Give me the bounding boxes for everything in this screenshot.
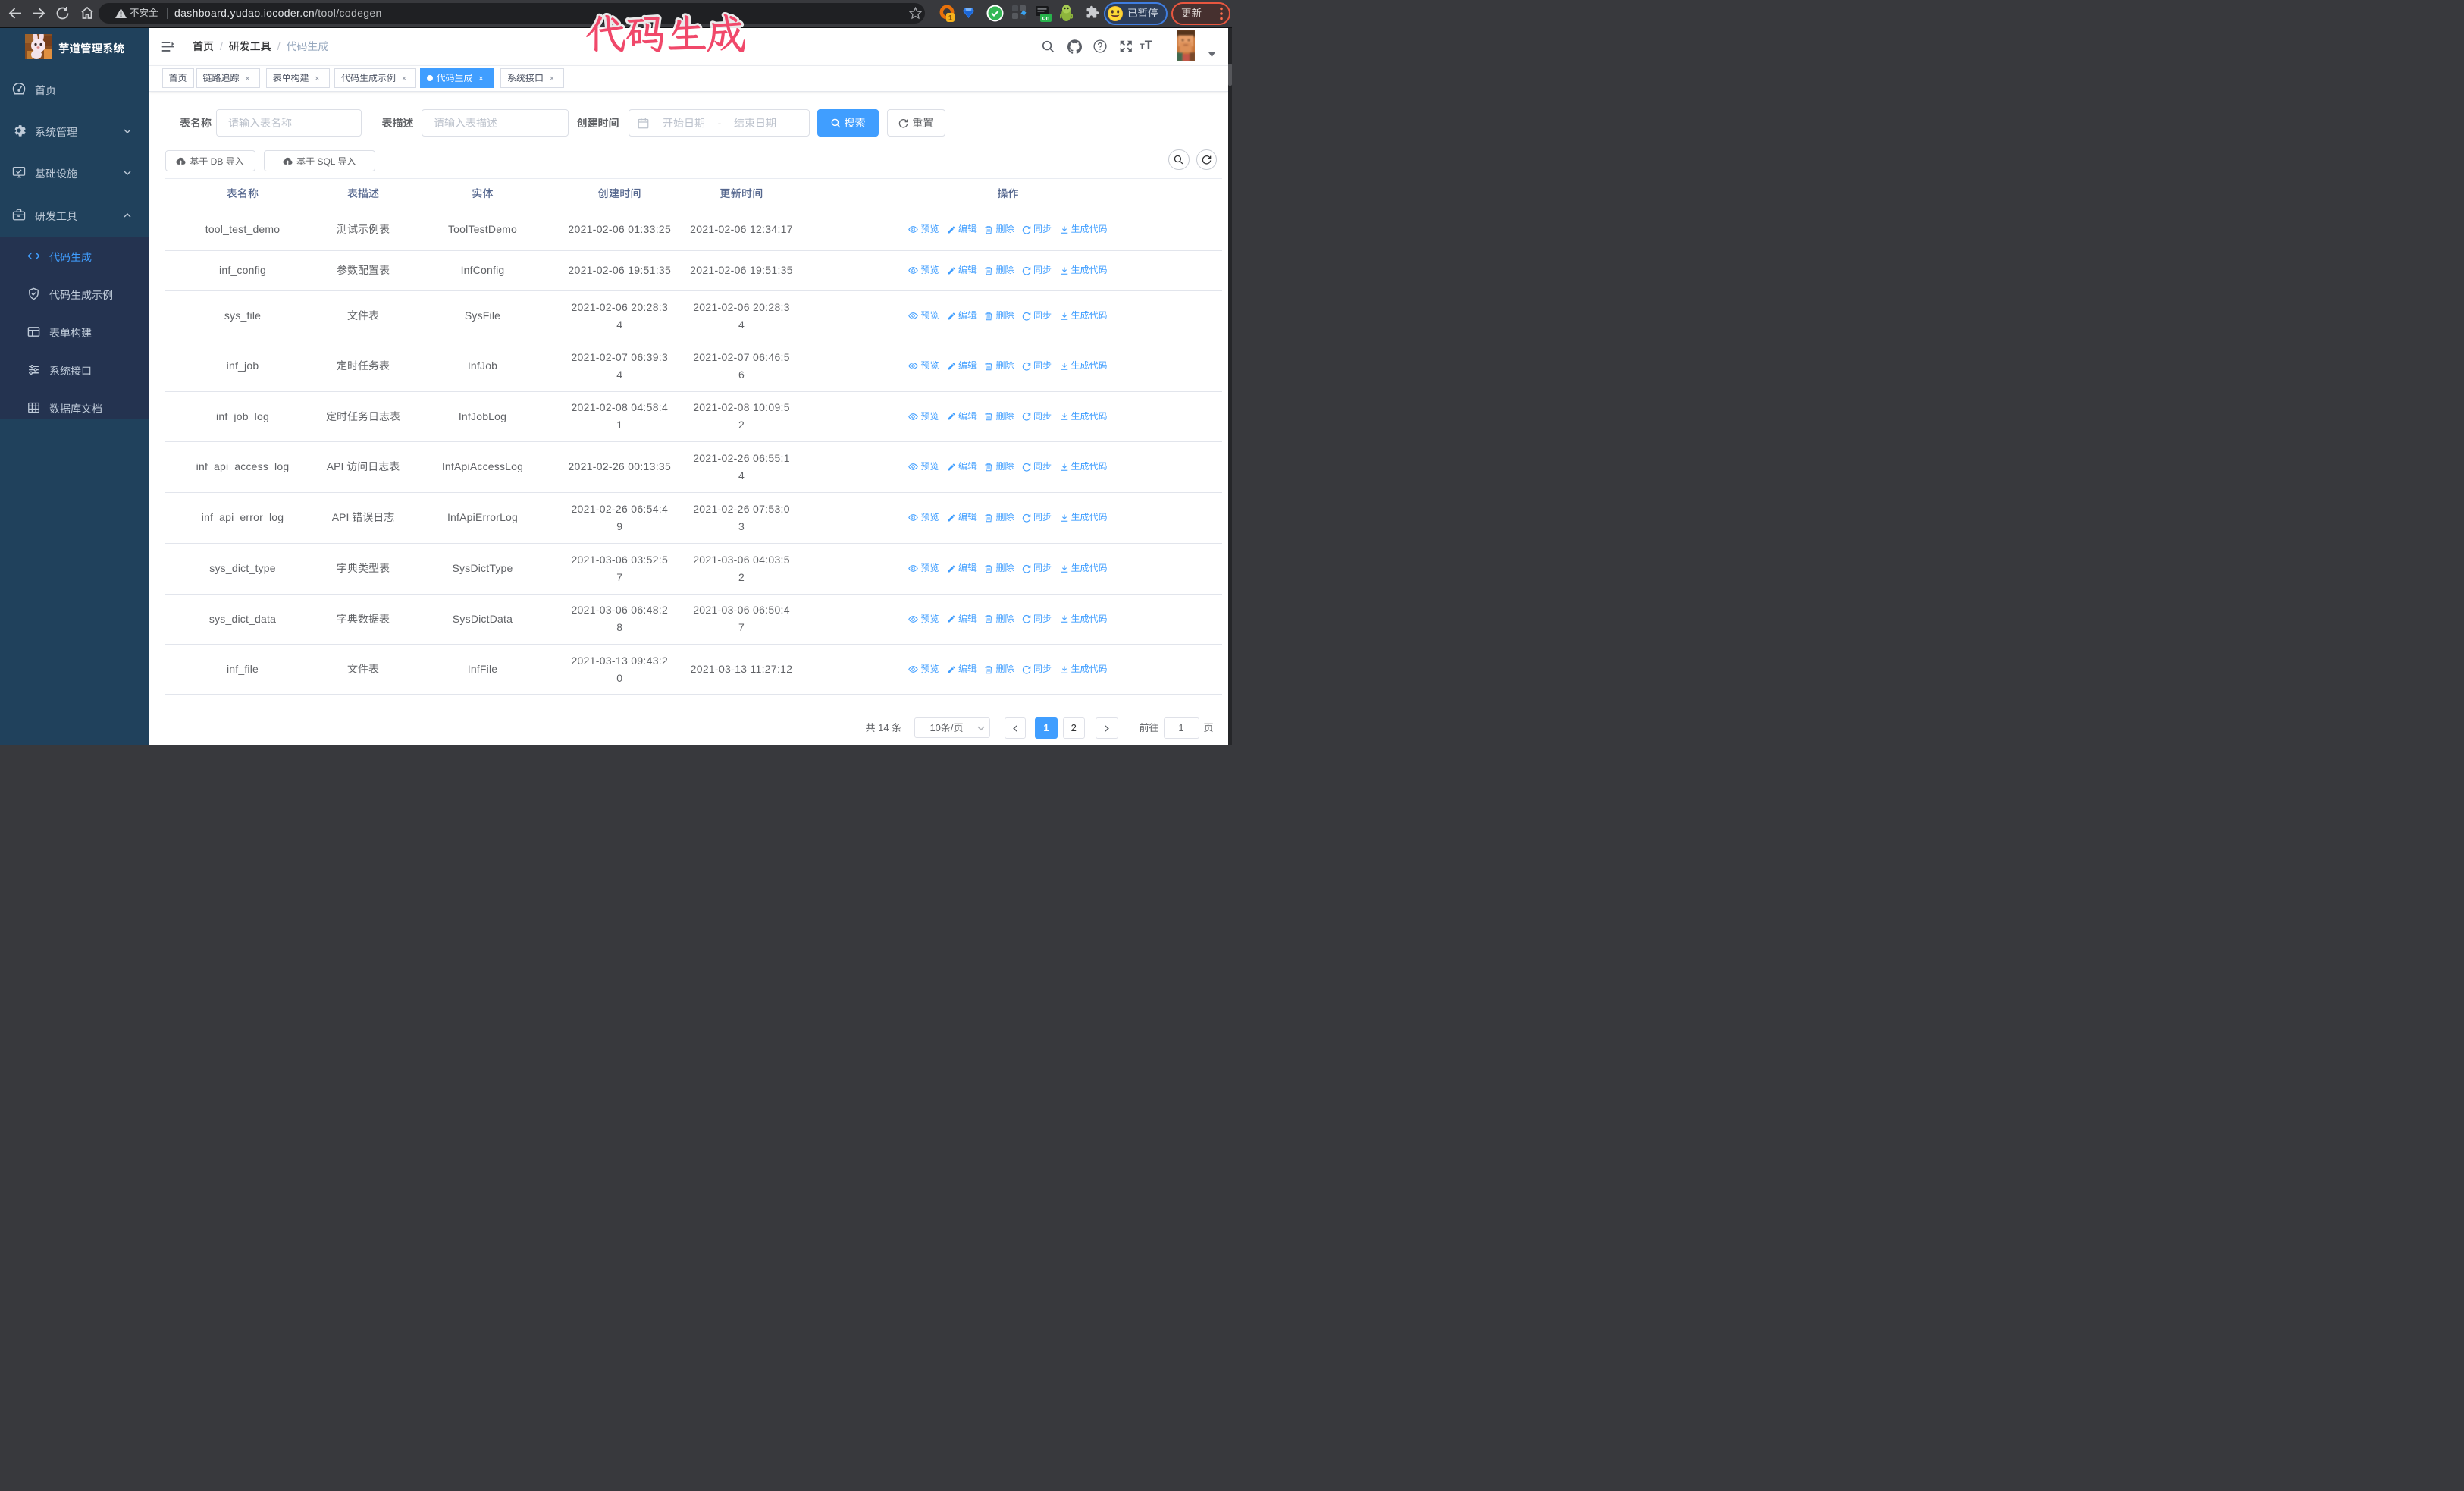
svg-text:on: on [1042, 15, 1050, 22]
svg-text:1: 1 [948, 14, 952, 22]
